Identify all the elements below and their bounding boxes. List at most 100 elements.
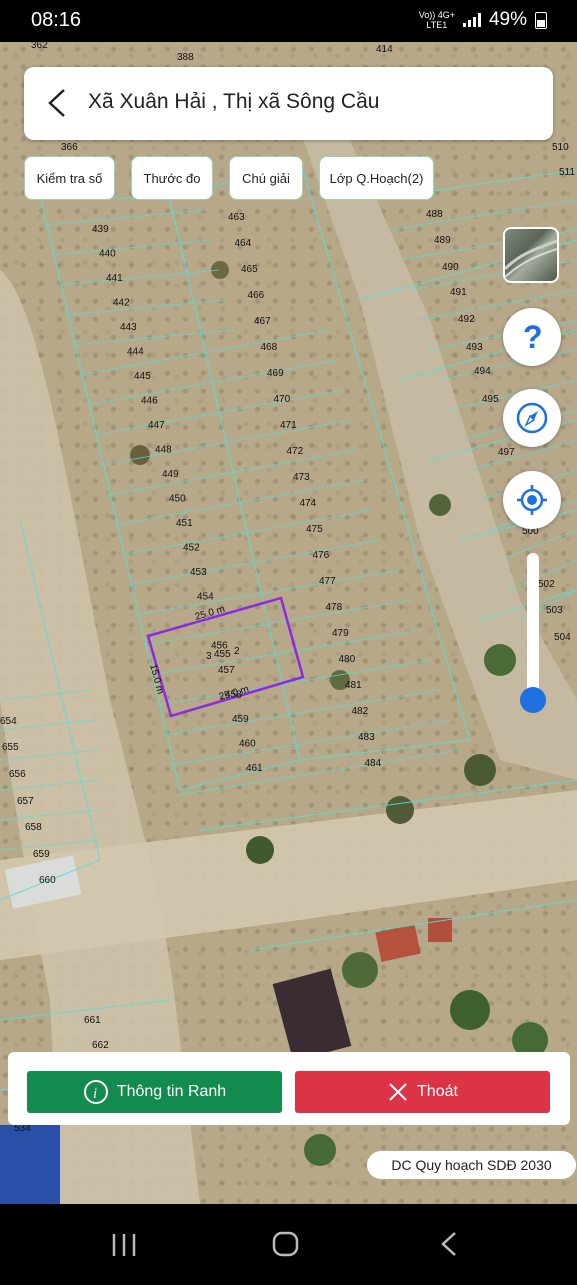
parcel-number-label: 439 bbox=[92, 224, 109, 235]
parcel-number-label: 449 bbox=[162, 469, 179, 480]
parcel-number-label: 489 bbox=[434, 235, 451, 246]
parcel-number-label: 658 bbox=[25, 822, 42, 833]
network-sim: LTE1 bbox=[426, 20, 448, 30]
planning-layer-button[interactable]: Lớp Q.Hoạch(2) bbox=[319, 156, 434, 200]
parcel-number-label: 450 bbox=[169, 494, 186, 505]
parcel-number-label: 456 bbox=[211, 641, 228, 652]
parcel-number-label: 479 bbox=[332, 628, 349, 639]
parcel-number-label: 445 bbox=[134, 371, 151, 382]
boundary-info-button[interactable]: i Thông tin Ranh bbox=[27, 1071, 282, 1113]
battery-percent: 49% bbox=[488, 9, 527, 30]
check-number-button[interactable]: Kiểm tra số bbox=[24, 156, 115, 200]
system-nav-bar bbox=[0, 1204, 577, 1280]
parcel-number-label: 467 bbox=[254, 316, 271, 327]
parcel-labels-left: 439 440 441 442 443 444 445 446 447 448 449 450 451 4… bbox=[92, 224, 263, 774]
parcel-number-label: 466 bbox=[248, 290, 265, 301]
map-view[interactable]: 25.0 m 25.0 m 15.0 m 3 455 2 439 440 441 44… bbox=[0, 42, 577, 1204]
location-header: Xã Xuân Hải , Thị xã Sông Cầu bbox=[24, 67, 553, 140]
parcel-number-label: 502 bbox=[538, 579, 555, 590]
parcel-number-label: 457 bbox=[218, 665, 235, 676]
parcel-number-label: 452 bbox=[183, 543, 200, 554]
locate-icon bbox=[517, 485, 547, 515]
parcel-number-label: 461 bbox=[246, 763, 263, 774]
parcel-number-label: 503 bbox=[546, 605, 563, 616]
parcel-number-label: 444 bbox=[127, 347, 144, 358]
parcel-number-label: 480 bbox=[339, 654, 356, 665]
parcel-number-label: 659 bbox=[33, 849, 50, 860]
parcel-number-label: 451 bbox=[176, 518, 193, 529]
parcel-number-label: 476 bbox=[313, 550, 330, 561]
nav-icons bbox=[110, 1231, 456, 1258]
parcel-number-label: 443 bbox=[120, 322, 137, 333]
compass-button[interactable] bbox=[503, 389, 561, 447]
parcel-number-label: 481 bbox=[345, 680, 362, 691]
parcel-number-label: 661 bbox=[84, 1015, 101, 1026]
parcel-left-edge-label: 15.0 m bbox=[147, 663, 166, 695]
parcel-number-label: 459 bbox=[232, 714, 249, 725]
parcel-number-label: 448 bbox=[155, 445, 172, 456]
parcel-number-label: 497 bbox=[498, 447, 515, 458]
help-button[interactable]: ? bbox=[503, 308, 561, 366]
locate-button[interactable] bbox=[503, 471, 561, 529]
status-icons: Vo)) 4G+ LTE1 49% bbox=[419, 9, 547, 31]
parcel-number-label: 654 bbox=[0, 716, 17, 727]
parcel-number-suffix: 2 bbox=[234, 646, 240, 657]
status-time: 08:16 bbox=[31, 9, 82, 31]
parcel-number-label: 388 bbox=[177, 52, 194, 63]
home-icon[interactable] bbox=[272, 1231, 299, 1257]
legend-button[interactable]: Chú giải bbox=[229, 156, 303, 200]
parcel-number-label: 464 bbox=[235, 238, 252, 249]
planning-layer-badge: DC Quy hoạch SDĐ 2030 bbox=[367, 1151, 576, 1179]
back-button[interactable] bbox=[42, 87, 72, 119]
parcel-number-label: 478 bbox=[326, 602, 343, 613]
parcel-number-label: 484 bbox=[365, 758, 382, 769]
parcel-number-label: 493 bbox=[466, 342, 483, 353]
parcel-number-label: 657 bbox=[17, 796, 34, 807]
exit-button[interactable]: Thoát bbox=[295, 1071, 550, 1113]
location-title: Xã Xuân Hải , Thị xã Sông Cầu bbox=[88, 90, 380, 113]
parcel-number-label: 473 bbox=[293, 472, 310, 483]
recent-apps-icon[interactable] bbox=[110, 1232, 140, 1258]
parcel-number-label: 488 bbox=[426, 209, 443, 220]
parcel-top-edge-label: 25.0 m bbox=[194, 604, 226, 623]
parcel-number-label: 511 bbox=[559, 167, 575, 178]
parcel-number-label: 474 bbox=[300, 498, 317, 509]
parcel-number-label: 366 bbox=[61, 142, 78, 153]
parcel-number-label: 656 bbox=[9, 769, 26, 780]
parcel-number-label: 655 bbox=[2, 742, 19, 753]
parcel-number-label: 483 bbox=[358, 732, 375, 743]
close-icon bbox=[389, 1083, 407, 1101]
parcel-number-label: 440 bbox=[99, 249, 116, 260]
map-canvas[interactable]: 25.0 m 25.0 m 15.0 m 3 455 2 43944044144… bbox=[0, 42, 577, 1204]
parcel-number-label: 494 bbox=[474, 366, 491, 377]
exit-label: Thoát bbox=[417, 1083, 458, 1100]
zoom-slider-track[interactable] bbox=[527, 553, 539, 703]
parcel-number-label: 662 bbox=[92, 1040, 109, 1051]
parcel-number-label: 470 bbox=[274, 394, 291, 405]
satellite-layer-icon bbox=[505, 239, 557, 278]
svg-text:?: ? bbox=[523, 320, 543, 354]
measure-button[interactable]: Thước đo bbox=[131, 156, 213, 200]
parcel-number-label: 510 bbox=[552, 142, 569, 153]
satellite-layer-button[interactable] bbox=[503, 227, 559, 283]
zoom-slider-handle[interactable] bbox=[520, 687, 546, 713]
status-bar: 08:16 Vo)) 4G+ LTE1 49% bbox=[0, 0, 577, 42]
parcel-number-label: 446 bbox=[141, 396, 158, 407]
parcel-number-label: 490 bbox=[442, 262, 459, 273]
question-icon: ? bbox=[523, 320, 543, 354]
parcel-number-label: 472 bbox=[287, 446, 304, 457]
chevron-left-icon bbox=[48, 89, 65, 117]
parcel-number-label: 469 bbox=[267, 368, 284, 379]
parcel-number-label: 504 bbox=[554, 632, 571, 643]
action-panel: i Thông tin Ranh Thoát bbox=[8, 1052, 570, 1125]
parcel-number-label: 442 bbox=[113, 298, 130, 309]
back-nav-icon[interactable] bbox=[441, 1232, 456, 1256]
compass-icon bbox=[516, 402, 548, 434]
parcel-number-label: 492 bbox=[458, 314, 475, 325]
signal-icon bbox=[462, 13, 481, 27]
parcel-number-label: 491 bbox=[450, 287, 467, 298]
parcel-number-label: 458 bbox=[225, 690, 242, 701]
parcel-number-label: 482 bbox=[352, 706, 369, 717]
network-indicator: Vo)) 4G+ LTE1 bbox=[419, 10, 455, 30]
parcel-number-label: 447 bbox=[148, 420, 165, 431]
